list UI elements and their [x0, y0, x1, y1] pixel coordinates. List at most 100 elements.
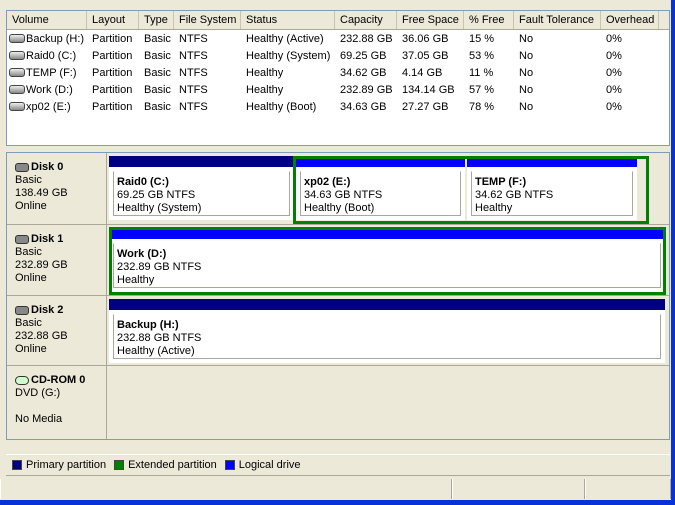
cell: Partition — [92, 83, 133, 96]
table-row[interactable]: Work (D:) Partition Basic NTFS Healthy 232.89… — [7, 81, 669, 98]
cell: 27.27 GB — [402, 100, 449, 113]
legend-item: Primary partition — [12, 459, 106, 471]
disk-type: DVD (G:) — [15, 387, 61, 399]
partition-size: 34.62 GB NTFS — [475, 189, 554, 201]
cell: 134.14 GB — [402, 83, 455, 96]
disk-row: Disk 2 Basic 232.88 GB Online Backup (H:… — [7, 296, 669, 366]
column-header-capacity[interactable]: Capacity — [335, 11, 397, 29]
cell: 34.63 GB — [340, 100, 387, 113]
partition-size: 232.88 GB NTFS — [117, 332, 202, 344]
volume-icon — [9, 85, 25, 94]
partition[interactable]: Raid0 (C:) 69.25 GB NTFS Healthy (System… — [109, 156, 294, 220]
legend-swatch — [12, 460, 22, 470]
disk-size: 232.88 GB — [15, 330, 68, 342]
partition[interactable]: xp02 (E:) 34.63 GB NTFS Healthy (Boot) — [296, 156, 465, 220]
cell: 78 % — [469, 100, 495, 113]
partition[interactable]: Work (D:) 232.89 GB NTFS Healthy — [109, 228, 665, 292]
partition-size: 232.89 GB NTFS — [117, 261, 202, 273]
column-header-status[interactable]: Status — [241, 11, 335, 29]
cell: NTFS — [179, 100, 208, 113]
disk-size: 232.89 GB — [15, 259, 68, 271]
window-frame-right — [671, 0, 675, 505]
cell: NTFS — [179, 66, 208, 79]
partition-name: TEMP (F:) — [475, 176, 527, 188]
cell: 37.05 GB — [402, 49, 449, 62]
partition[interactable]: Backup (H:) 232.88 GB NTFS Healthy (Acti… — [109, 299, 665, 363]
cell: xp02 (E:) — [26, 100, 71, 113]
column-header-overhead[interactable]: Overhead — [601, 11, 659, 29]
cell: No — [519, 32, 534, 45]
cell: No — [519, 66, 534, 79]
disk-type: Basic — [15, 246, 42, 258]
cell: NTFS — [179, 32, 208, 45]
column-header-free-space[interactable]: Free Space — [397, 11, 464, 29]
partition[interactable]: TEMP (F:) 34.62 GB NTFS Healthy — [467, 156, 637, 220]
table-row[interactable]: xp02 (E:) Partition Basic NTFS Healthy (Boot… — [7, 98, 669, 115]
column-header-percent-free[interactable]: % Free — [464, 11, 514, 29]
partition-name: Work (D:) — [117, 248, 167, 260]
cell: 232.89 GB — [340, 83, 393, 96]
cell: 57 % — [469, 83, 495, 96]
status-bar — [0, 478, 671, 500]
cell: Partition — [92, 49, 133, 62]
disk-name: Disk 2 — [31, 304, 64, 316]
table-row[interactable]: TEMP (F:) Partition Basic NTFS Healthy 34.62 … — [7, 64, 669, 81]
cell: NTFS — [179, 49, 208, 62]
cell: Healthy — [246, 66, 284, 79]
partition-color-bar — [109, 156, 294, 167]
disk-icon — [15, 163, 29, 172]
disk-partitions: Backup (H:) 232.88 GB NTFS Healthy (Acti… — [107, 296, 669, 365]
cell: 0% — [606, 66, 622, 79]
partition-size: 34.63 GB NTFS — [304, 189, 383, 201]
disk-label[interactable]: Disk 0 Basic 138.49 GB Online — [7, 153, 107, 224]
cell: No — [519, 83, 534, 96]
disk-icon — [15, 235, 29, 244]
cell: Healthy — [246, 83, 284, 96]
window-frame-bottom — [0, 500, 675, 505]
legend-item: Logical drive — [224, 459, 301, 471]
cell: 15 % — [469, 32, 495, 45]
column-header-file-system[interactable]: File System — [174, 11, 241, 29]
disk-state: No Media — [15, 413, 63, 425]
cell: Partition — [92, 100, 133, 113]
partition-status: Healthy (Boot) — [304, 202, 375, 214]
disk-label[interactable]: Disk 1 Basic 232.89 GB Online — [7, 225, 107, 295]
status-pane — [585, 479, 671, 499]
cell: Work (D:) — [26, 83, 73, 96]
cell: Basic — [144, 66, 171, 79]
cell: 4.14 GB — [402, 66, 443, 79]
partition-name: xp02 (E:) — [304, 176, 351, 188]
cdrom-icon — [15, 376, 29, 385]
volume-icon — [9, 102, 25, 111]
legend-label: Logical drive — [238, 459, 301, 471]
column-header-volume[interactable]: Volume — [7, 11, 87, 29]
volume-icon — [9, 68, 25, 77]
disk-type: Basic — [15, 317, 42, 329]
cell: 0% — [606, 100, 622, 113]
column-header-fault-tolerance[interactable]: Fault Tolerance — [514, 11, 601, 29]
disk-state: Online — [15, 200, 47, 212]
cell: No — [519, 49, 534, 62]
disk-partitions — [107, 366, 669, 439]
column-header-layout[interactable]: Layout — [87, 11, 139, 29]
cell: Partition — [92, 66, 133, 79]
table-row[interactable]: Raid0 (C:) Partition Basic NTFS Healthy (Sys… — [7, 47, 669, 64]
cell: 36.06 GB — [402, 32, 449, 45]
disk-label[interactable]: CD-ROM 0 DVD (G:) No Media — [7, 366, 107, 439]
cell: Raid0 (C:) — [26, 49, 77, 62]
cell: No — [519, 100, 534, 113]
disk-name: CD-ROM 0 — [31, 374, 86, 386]
column-header-type[interactable]: Type — [139, 11, 174, 29]
disk-name: Disk 1 — [31, 233, 64, 245]
disk-row: CD-ROM 0 DVD (G:) No Media — [7, 366, 669, 439]
cell: 0% — [606, 83, 622, 96]
partition-color-bar — [109, 299, 665, 310]
table-row[interactable]: Backup (H:) Partition Basic NTFS Healthy (Ac… — [7, 30, 669, 47]
cell: 34.62 GB — [340, 66, 387, 79]
cell: Basic — [144, 83, 171, 96]
disk-icon — [15, 306, 29, 315]
cell: TEMP (F:) — [26, 66, 77, 79]
volume-list[interactable]: Volume Layout Type File System Status Ca… — [6, 10, 670, 146]
legend-label: Primary partition — [26, 459, 107, 471]
disk-label[interactable]: Disk 2 Basic 232.88 GB Online — [7, 296, 107, 365]
